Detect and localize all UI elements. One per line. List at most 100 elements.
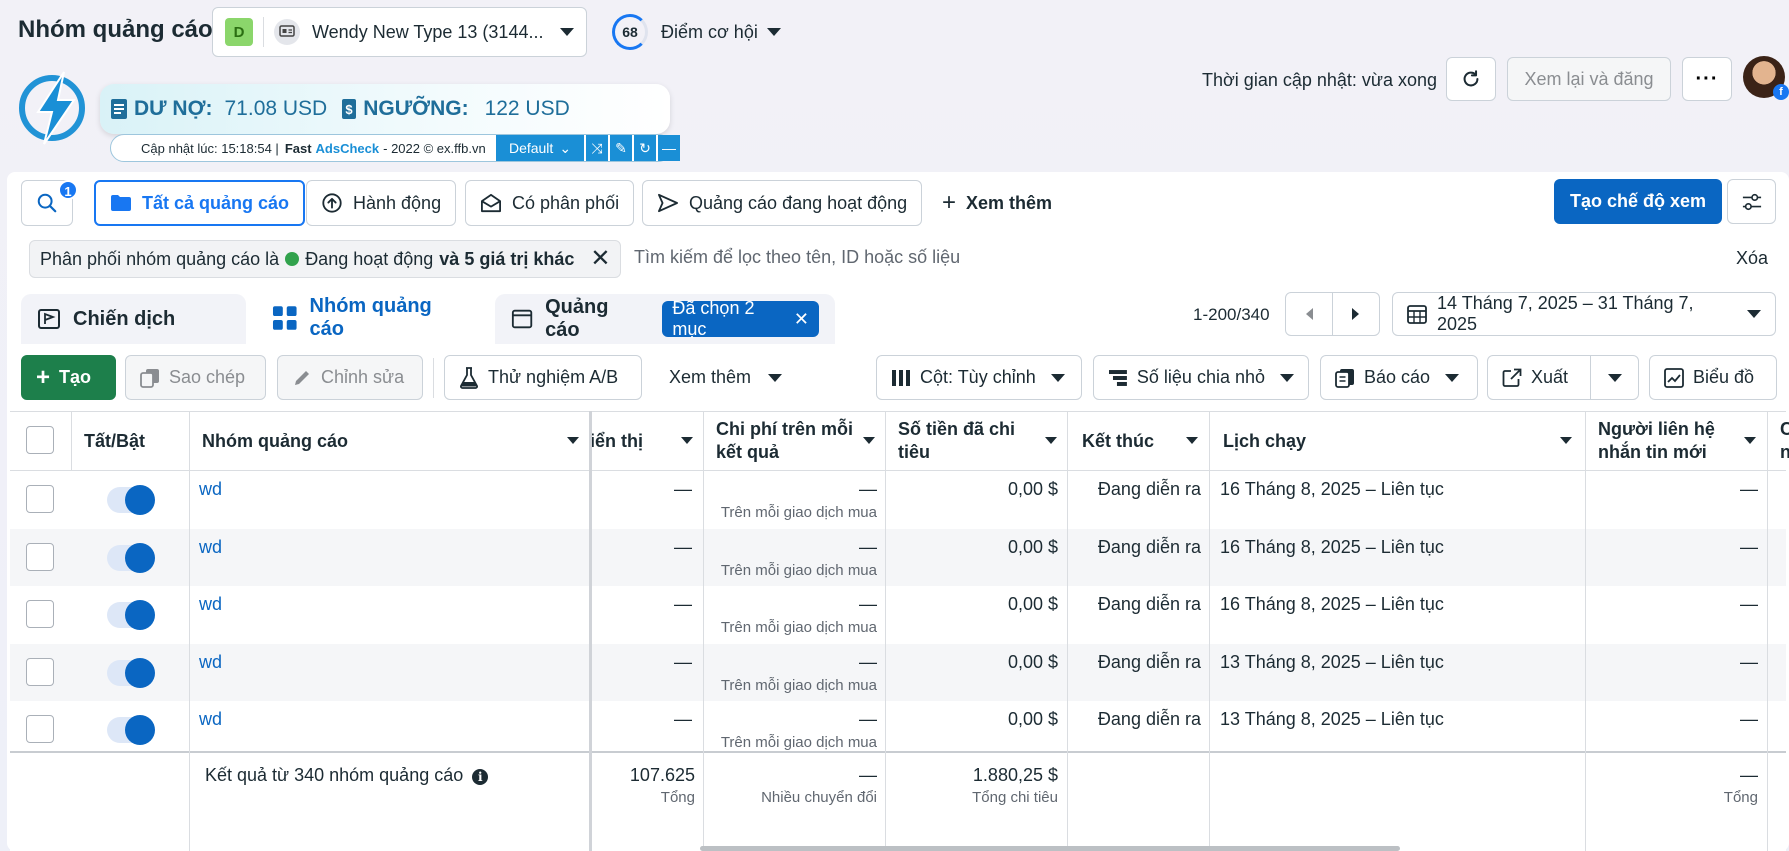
row-checkbox[interactable] [26, 600, 54, 628]
info-icon[interactable]: i [472, 769, 489, 785]
delivery-toggle[interactable] [107, 600, 155, 630]
column-header-amount-spent[interactable]: Số tiền đã chi tiêu [898, 411, 1038, 471]
toolbar-more-button[interactable]: Xem thêm [655, 355, 785, 400]
view-settings-button[interactable] [1727, 179, 1776, 224]
tab-campaigns[interactable]: Chiến dịch [21, 294, 246, 344]
next-page-button[interactable] [1332, 292, 1380, 336]
sort-caret-icon[interactable] [1045, 437, 1057, 444]
date-range-picker[interactable]: 14 Tháng 7, 2025 – 31 Tháng 7, 2025 [1392, 292, 1776, 336]
tab-active-ads-label: Quảng cáo đang hoạt động [689, 192, 908, 213]
minimize-icon[interactable]: — [658, 135, 680, 161]
filter-prefix: Phân phối nhóm quảng cáo là [40, 248, 280, 269]
sort-caret-icon[interactable] [1186, 437, 1198, 444]
sort-caret-icon[interactable] [1744, 437, 1756, 444]
columns-button[interactable]: Cột: Tùy chỉnh [876, 355, 1082, 400]
ad-set-name-link[interactable]: wd [199, 594, 222, 615]
totals-amount-spent-sub: Tổng chi tiêu [972, 789, 1058, 806]
sort-caret-icon[interactable] [1560, 437, 1572, 444]
ad-set-name-link[interactable]: wd [199, 537, 222, 558]
refresh-icon [1463, 70, 1479, 87]
column-divider [1767, 411, 1768, 851]
sort-caret-icon[interactable] [567, 437, 579, 444]
totals-new-contacts: — [1740, 765, 1758, 785]
delivery-toggle[interactable] [107, 715, 155, 745]
account-selector[interactable]: D Wendy New Type 13 (3144... [212, 7, 587, 57]
export-button[interactable]: Xuất [1487, 355, 1591, 400]
toolbar-divider [433, 358, 434, 398]
column-header-schedule[interactable]: Lịch chạy [1223, 411, 1423, 471]
previous-page-button[interactable] [1285, 292, 1333, 336]
row-checkbox[interactable] [26, 542, 54, 571]
delivery-toggle[interactable] [107, 657, 155, 688]
export-options-button[interactable] [1590, 355, 1639, 400]
column-header-cut-off[interactable]: C n [1780, 411, 1789, 471]
shuffle-icon[interactable]: ⤨ [586, 135, 608, 161]
sort-caret-icon[interactable] [681, 437, 693, 444]
row-checkbox[interactable] [26, 715, 54, 743]
charts-button[interactable]: Biểu đồ [1649, 355, 1777, 400]
schedule-cell: 16 Tháng 8, 2025 – Liên tục [1220, 536, 1444, 557]
tab-see-more[interactable]: + Xem thêm [928, 180, 1066, 226]
totals-amount-spent: 1.880,25 $ [972, 765, 1058, 785]
edit-button[interactable]: Chỉnh sửa [277, 355, 423, 400]
new-contacts-cell: — [1740, 709, 1758, 729]
send-icon [658, 193, 678, 213]
cost-per-result-cell: — [859, 709, 877, 729]
selected-chip[interactable]: Đã chọn 2 mục ✕ [662, 298, 819, 339]
column-header-toggle[interactable]: Tất/Bật [84, 411, 184, 471]
totals-cost-per-result-sub: Nhiều chuyển đổi [761, 789, 877, 806]
tab-ad-sets[interactable]: Nhóm quảng cáo [256, 291, 485, 344]
ad-set-name-link[interactable]: wd [199, 709, 222, 730]
edit-icon[interactable]: ✎ [610, 135, 632, 161]
column-header-new-contacts[interactable]: Người liên hệ nhắn tin mới [1598, 411, 1738, 471]
opportunity-score[interactable]: 68 [612, 14, 648, 50]
ab-test-button[interactable]: Thử nghiệm A/B [444, 355, 642, 400]
extension-controls: Default ⌄ ⤨ ✎ ↻ — [496, 135, 680, 161]
tab-has-delivery[interactable]: Có phân phối [465, 180, 635, 226]
tab-all-ads[interactable]: Tất cả quảng cáo [94, 180, 306, 226]
clear-filters-button[interactable]: Xóa [1736, 248, 1768, 269]
impressions-cell: — [674, 479, 692, 499]
column-header-ends[interactable]: Kết thúc [1082, 411, 1182, 471]
account-name: Wendy New Type 13 (3144... [312, 21, 544, 42]
column-header-cost-per-result[interactable]: Chi phí trên mỗi kết quả [716, 411, 866, 471]
refresh-button[interactable] [1446, 57, 1496, 101]
toggle-knob [125, 715, 155, 745]
column-header-impressions[interactable]: iển thị [590, 411, 670, 471]
filter-chip[interactable]: Phân phối nhóm quảng cáo là Đang hoạt độ… [29, 240, 622, 278]
close-icon[interactable]: ✕ [590, 247, 610, 271]
filter-search-input[interactable]: Tìm kiếm để lọc theo tên, ID hoặc số liệ… [634, 247, 960, 268]
preset-select[interactable]: Default ⌄ [496, 135, 584, 161]
review-publish-button[interactable]: Xem lại và đăng [1507, 57, 1671, 101]
chevron-down-icon [1747, 310, 1761, 318]
tab-ads[interactable]: Quảng cáo Đã chọn 2 mục ✕ [495, 294, 835, 344]
horizontal-scrollbar[interactable] [700, 846, 1400, 851]
column-header-ad-set-name[interactable]: Nhóm quảng cáo [202, 411, 562, 471]
search-count-badge: 1 [58, 180, 78, 200]
create-button[interactable]: + Tạo [21, 355, 116, 400]
close-icon[interactable]: ✕ [794, 309, 809, 330]
tab-actions[interactable]: Hành động [306, 180, 457, 226]
duplicate-button[interactable]: Sao chép [125, 355, 266, 400]
row-checkbox[interactable] [26, 485, 54, 513]
chart-icon [1664, 367, 1684, 388]
refresh-icon[interactable]: ↻ [634, 135, 656, 161]
delivery-toggle[interactable] [107, 485, 155, 515]
reports-button[interactable]: Báo cáo [1320, 355, 1478, 400]
breakdown-button[interactable]: Số liệu chia nhỏ [1093, 355, 1309, 400]
ad-set-name-link[interactable]: wd [199, 652, 222, 673]
tab-active-ads[interactable]: Quảng cáo đang hoạt động [642, 180, 923, 226]
row-checkbox[interactable] [26, 657, 54, 686]
column-divider [1067, 411, 1068, 851]
ad-set-name-link[interactable]: wd [199, 479, 222, 500]
select-all-checkbox[interactable] [26, 426, 54, 454]
create-view-button[interactable]: Tạo chế độ xem [1554, 179, 1722, 224]
sort-caret-icon[interactable] [863, 437, 875, 444]
delivery-toggle[interactable] [107, 542, 155, 573]
create-button-label: Tạo [59, 367, 92, 387]
cost-per-result-cell: — [859, 536, 877, 557]
chevron-down-icon[interactable] [767, 28, 781, 36]
opportunity-score-label[interactable]: Điểm cơ hội [661, 22, 758, 43]
more-options-button[interactable]: ··· [1682, 57, 1732, 101]
amount-spent-line-2: tiêu [898, 442, 931, 462]
